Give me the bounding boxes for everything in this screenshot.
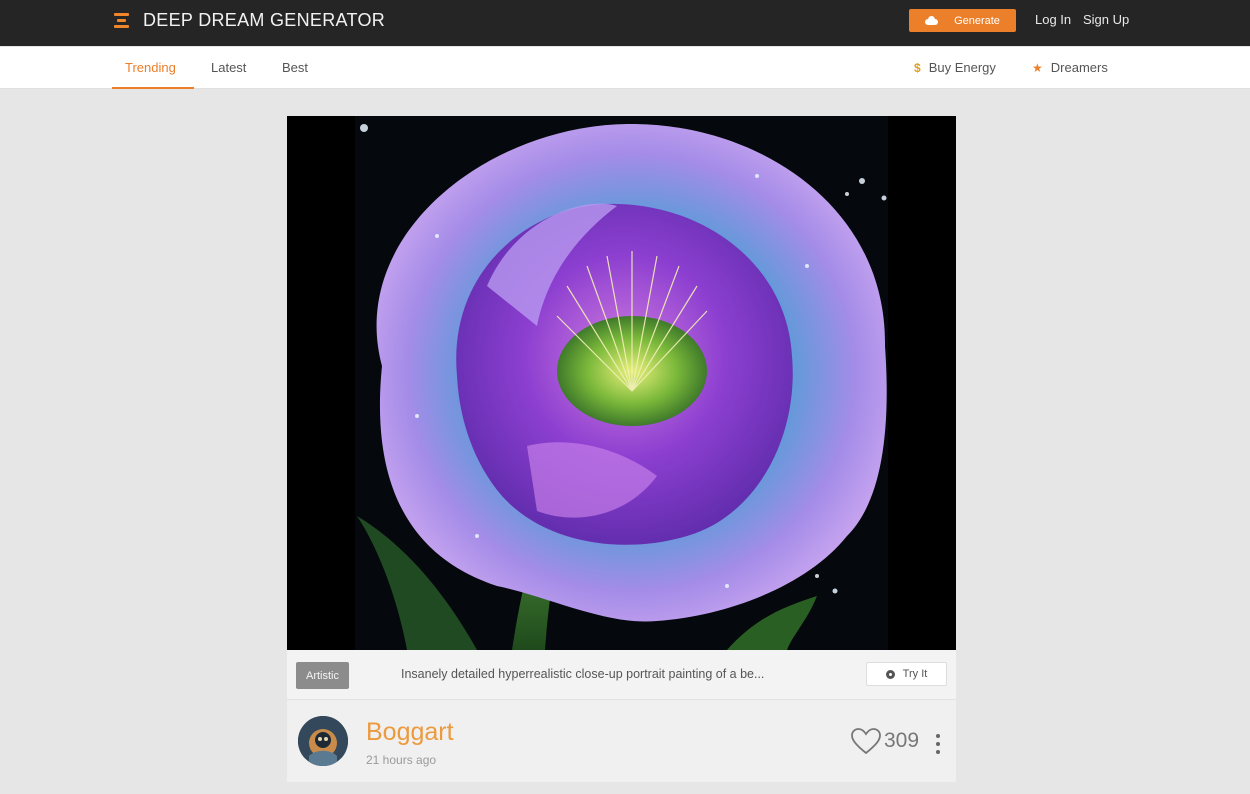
author-row: Boggart 21 hours ago 309 <box>287 701 956 782</box>
logo-icon <box>114 12 129 30</box>
top-bar: DEEP DREAM GENERATOR Generate Log In Sig… <box>0 0 1250 46</box>
logo-text: DEEP DREAM GENERATOR <box>143 10 386 30</box>
post-time: 21 hours ago <box>366 753 437 767</box>
tab-trending[interactable]: Trending <box>125 47 176 89</box>
prompt-text: Insanely detailed hyperrealistic close-u… <box>401 667 765 681</box>
like-button[interactable]: 309 <box>850 727 919 755</box>
login-link[interactable]: Log In <box>1035 12 1071 27</box>
author-name[interactable]: Boggart <box>366 718 454 747</box>
style-tag[interactable]: Artistic <box>296 662 349 689</box>
dreamers-label: Dreamers <box>1050 60 1108 75</box>
avatar-image <box>298 716 348 766</box>
like-count: 309 <box>884 729 920 752</box>
generate-label: Generate <box>954 14 1000 27</box>
try-it-button[interactable]: Try It <box>866 662 947 686</box>
tab-best[interactable]: Best <box>282 47 308 89</box>
generate-button[interactable]: Generate <box>909 9 1016 32</box>
flower-artwork <box>287 116 956 650</box>
avatar[interactable] <box>298 716 348 766</box>
more-options-icon[interactable] <box>935 734 941 756</box>
artwork-image[interactable] <box>287 116 956 650</box>
post-card: Artistic Insanely detailed hyperrealisti… <box>287 116 956 782</box>
cloud-upload-icon <box>925 16 939 25</box>
dreamers-link[interactable]: ★ Dreamers <box>1032 47 1108 89</box>
active-tab-indicator <box>112 87 194 89</box>
logo[interactable]: DEEP DREAM GENERATOR <box>114 10 385 31</box>
gear-icon <box>885 669 895 679</box>
star-icon: ★ <box>1032 61 1043 75</box>
nav-bar: Trending Latest Best $ Buy Energy ★ Drea… <box>0 47 1250 89</box>
dollar-icon: $ <box>914 61 921 75</box>
heart-icon <box>851 728 881 755</box>
signup-link[interactable]: Sign Up <box>1083 12 1129 27</box>
buy-energy-link[interactable]: $ Buy Energy <box>914 47 996 89</box>
buy-energy-label: Buy Energy <box>928 60 996 75</box>
prompt-row: Artistic Insanely detailed hyperrealisti… <box>287 650 956 700</box>
tab-latest[interactable]: Latest <box>211 47 246 89</box>
try-it-label: Try It <box>902 668 928 680</box>
